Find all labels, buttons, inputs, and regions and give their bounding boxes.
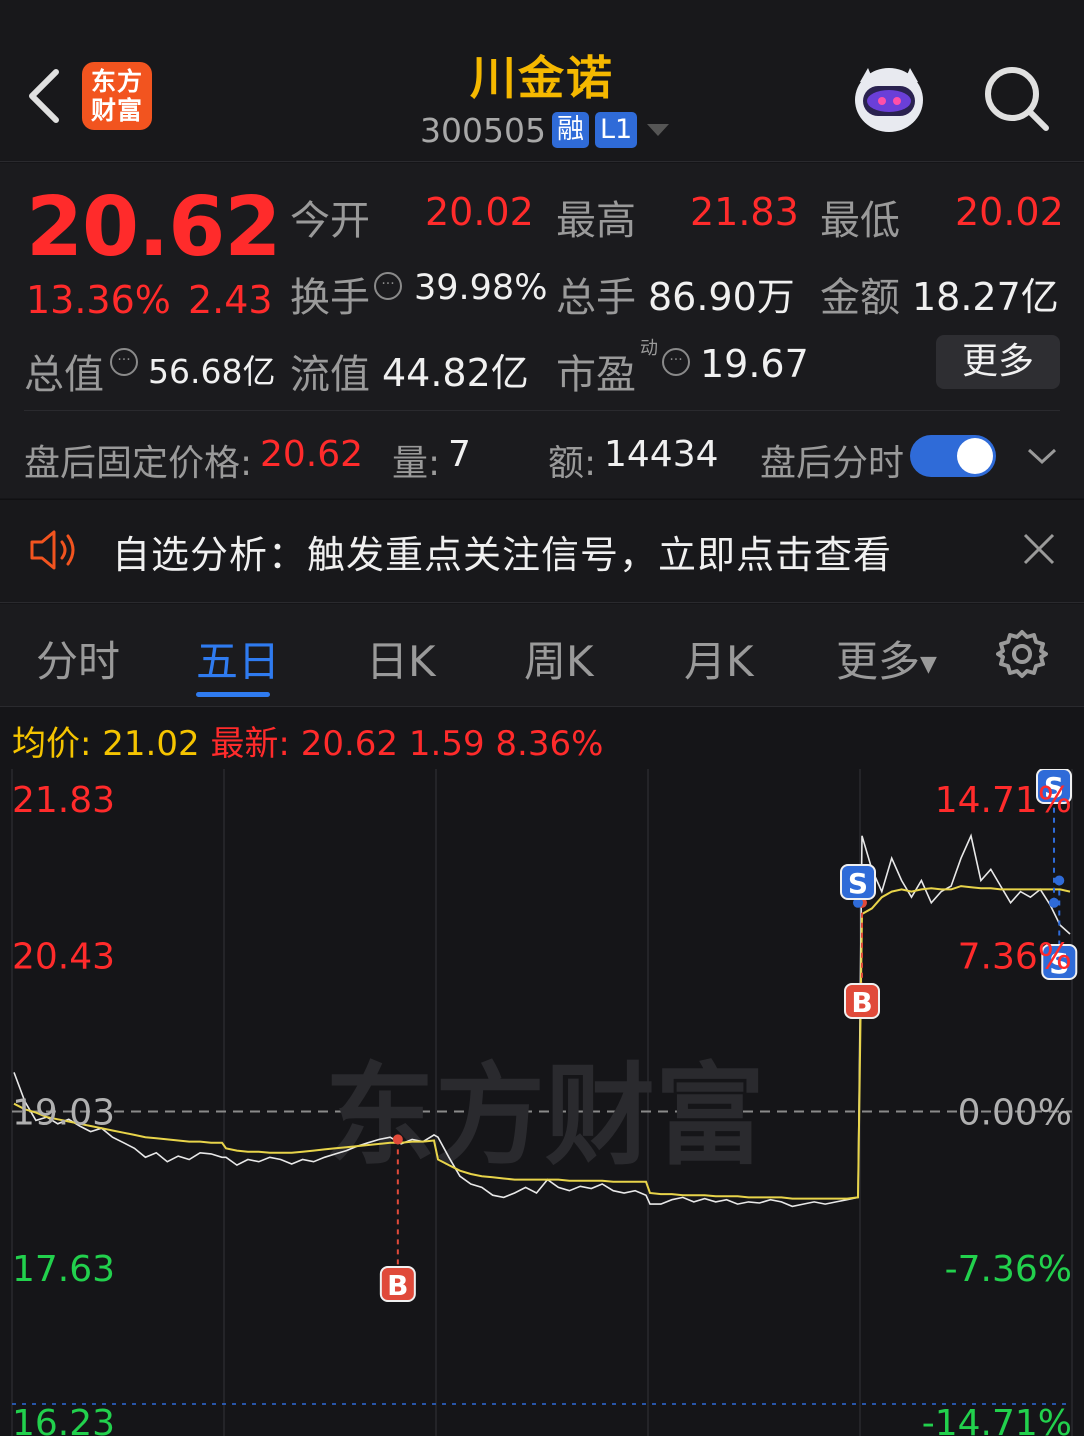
margin-tag: 融: [551, 112, 589, 148]
after-hours-toggle[interactable]: [910, 435, 996, 477]
info-icon[interactable]: ···: [374, 272, 402, 300]
speaker-icon: [30, 530, 75, 570]
mktcap-value: 56.68亿: [148, 352, 276, 391]
latest-change: 1.59: [408, 724, 485, 764]
amount-label: 金额: [820, 275, 900, 321]
latest-change-pct: 8.36%: [495, 724, 604, 764]
caret-down-icon: ▼: [920, 652, 937, 677]
after-hours-price-label: 盘后固定价格:: [24, 443, 253, 484]
y-tick-right: -7.36%: [945, 1249, 1072, 1290]
marker-dot: [1054, 875, 1065, 886]
pe-superscript: 动: [640, 338, 658, 359]
float-value: 44.82亿: [382, 351, 529, 395]
active-tab-indicator: [196, 692, 270, 697]
more-button[interactable]: 更多: [936, 335, 1060, 389]
turnover-value: 39.98%: [414, 268, 548, 308]
y-tick-left: 16.23: [12, 1403, 115, 1436]
after-hours-qty-label: 量:: [392, 443, 441, 484]
low-label: 最低: [820, 198, 900, 244]
buy-marker-label: B: [851, 986, 872, 1019]
alert-text[interactable]: 自选分析：触发重点关注信号，立即点击查看: [112, 524, 892, 579]
sell-marker-label: S: [848, 867, 868, 900]
change-amount: 2.43: [188, 278, 273, 322]
stock-code: 300505: [420, 110, 546, 150]
y-tick-left: 20.43: [12, 936, 115, 977]
y-tick-right: -14.71%: [922, 1403, 1072, 1436]
divider: [24, 410, 1060, 411]
after-hours-price-value: 20.62: [260, 434, 364, 475]
watermark: 东方财富: [325, 1052, 765, 1180]
high-label: 最高: [556, 198, 636, 244]
float-label: 流值: [290, 352, 370, 398]
buy-marker-label: B: [387, 1269, 408, 1302]
after-hours-toggle-label: 盘后分时: [760, 443, 905, 484]
open-value: 20.02: [425, 190, 534, 234]
info-icon[interactable]: ···: [110, 348, 138, 376]
avg-value: 21.02: [102, 724, 200, 764]
tab-more-label: 更多: [836, 637, 921, 686]
y-tick-right: 7.36%: [958, 936, 1072, 977]
tab-more[interactable]: 更多▼: [836, 628, 937, 689]
stock-code-row[interactable]: 300505 融 L1: [420, 108, 670, 152]
chevron-down-icon[interactable]: [647, 124, 670, 136]
y-tick-left: 19.03: [12, 1093, 115, 1134]
marker-dot: [392, 1134, 403, 1145]
mktcap-label: 总值: [24, 352, 104, 398]
turnover-label: 换手: [290, 275, 370, 321]
search-icon[interactable]: [982, 64, 1050, 132]
tab-five-day[interactable]: 五日: [196, 628, 280, 689]
y-tick-left: 17.63: [12, 1249, 115, 1290]
change-percent: 13.36%: [26, 278, 171, 322]
y-tick-left: 21.83: [12, 780, 115, 821]
current-price: 20.62: [26, 180, 281, 275]
latest-value: 20.62: [300, 724, 399, 764]
five-day-chart[interactable]: 东方财富 BBSSS 21.8320.4319.0317.6316.2314.7…: [0, 769, 1084, 1436]
y-tick-right: 14.71%: [935, 780, 1072, 821]
tab-daily-k[interactable]: 日K: [366, 628, 436, 689]
low-value: 20.02: [955, 190, 1064, 234]
latest-label: 最新:: [210, 724, 290, 764]
level-tag: L1: [594, 112, 638, 148]
high-value: 21.83: [690, 190, 799, 234]
marker-dot: [1049, 897, 1059, 908]
tab-intraday[interactable]: 分时: [36, 628, 120, 689]
open-label: 今开: [290, 198, 370, 244]
tab-weekly-k[interactable]: 周K: [524, 628, 594, 689]
chevron-down-icon[interactable]: [1026, 446, 1058, 466]
after-hours-qty-value: 7: [448, 434, 471, 475]
chart-info-line: 均价: 21.02 最新: 20.62 1.59 8.36%: [12, 716, 603, 765]
after-hours-amount-value: 14434: [604, 434, 719, 475]
close-icon[interactable]: [1022, 532, 1056, 566]
volume-label: 总手: [556, 275, 636, 321]
avg-label: 均价:: [12, 724, 92, 764]
after-hours-amount-label: 额:: [548, 443, 597, 484]
assistant-robot-icon[interactable]: [848, 60, 930, 138]
tab-monthly-k[interactable]: 月K: [684, 628, 754, 689]
volume-value: 86.90万: [648, 275, 795, 319]
pe-label: 市盈: [556, 352, 636, 398]
amount-value: 18.27亿: [912, 275, 1059, 319]
gear-icon[interactable]: [996, 628, 1048, 680]
y-tick-right: 0.00%: [958, 1093, 1072, 1134]
info-icon[interactable]: ···: [662, 348, 690, 376]
pe-value: 19.67: [700, 342, 809, 386]
